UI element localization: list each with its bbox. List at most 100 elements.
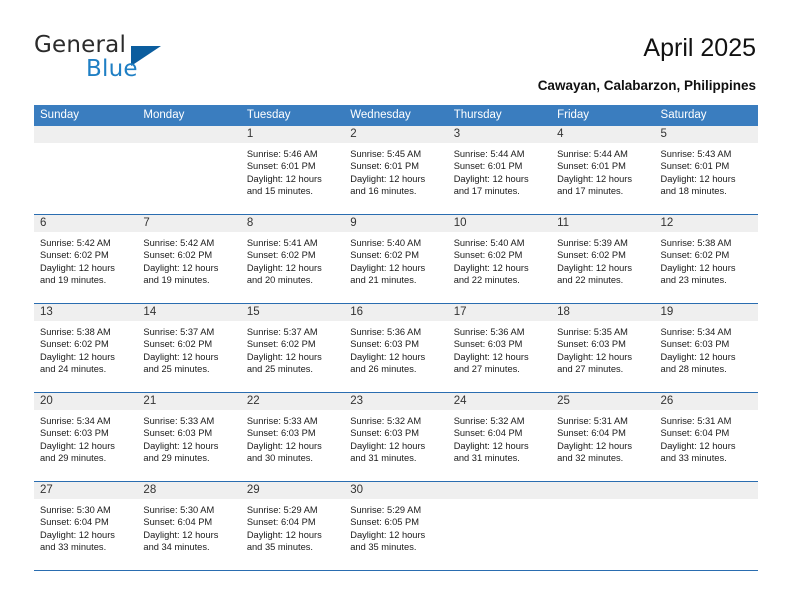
daylight-duration-line1: Daylight: 12 hours [557, 440, 633, 451]
calendar-day-cell[interactable]: 8 Sunrise: 5:41 AM Sunset: 6:02 PM Daylight… [240, 214, 345, 304]
calendar-day-cell[interactable]: 16 Sunrise: 5:36 AM Sunset: 6:03 PM Dayligh… [344, 303, 448, 393]
day-sun-info: Sunrise: 5:41 AM Sunset: 6:02 PM Daylight:… [241, 232, 344, 286]
sunrise-time: Sunrise: 5:45 AM [350, 149, 422, 159]
general-blue-logo[interactable]: General Blue [34, 32, 214, 84]
day-number: 9 [344, 215, 448, 232]
calendar-day-cell[interactable]: 24 Sunrise: 5:32 AM Sunset: 6:04 PM Dayligh… [447, 392, 552, 482]
day-number: 12 [654, 215, 758, 232]
sunrise-sunset-calendar: Sunday Monday Tuesday Wednesday Thursday… [34, 105, 758, 571]
calendar-day-cell[interactable]: 30 Sunrise: 5:29 AM Sunset: 6:05 PM Dayligh… [344, 481, 448, 571]
day-sun-info: Sunrise: 5:31 AM Sunset: 6:04 PM Daylight:… [655, 410, 758, 464]
daylight-duration-line1: Daylight: 12 hours [660, 262, 736, 273]
calendar-day-cell[interactable]: 25 Sunrise: 5:31 AM Sunset: 6:04 PM Dayligh… [551, 392, 655, 482]
daylight-duration-line1: Daylight: 12 hours [143, 262, 219, 273]
day-sun-info: Sunrise: 5:33 AM Sunset: 6:03 PM Daylight:… [137, 410, 240, 464]
daylight-duration-line2: and 21 minutes. [350, 274, 417, 285]
sunset-time: Sunset: 6:01 PM [453, 161, 523, 172]
daylight-duration-line1: Daylight: 12 hours [246, 440, 322, 451]
day-sun-info: Sunrise: 5:40 AM Sunset: 6:02 PM Daylight:… [448, 232, 551, 286]
daylight-duration-line2: and 33 minutes. [660, 452, 727, 463]
calendar-day-cell[interactable]: 23 Sunrise: 5:32 AM Sunset: 6:03 PM Dayligh… [344, 392, 448, 482]
day-number: 14 [137, 304, 241, 321]
day-number: 19 [654, 304, 758, 321]
daylight-duration-line2: and 35 minutes. [246, 541, 313, 552]
sunrise-time: Sunrise: 5:30 AM [143, 505, 215, 515]
day-number: 29 [240, 482, 345, 499]
sunset-time: Sunset: 6:03 PM [246, 428, 316, 439]
day-sun-info: Sunrise: 5:32 AM Sunset: 6:03 PM Daylight:… [344, 410, 447, 464]
sunrise-time: Sunrise: 5:43 AM [660, 149, 732, 159]
calendar-day-cell[interactable]: 10 Sunrise: 5:40 AM Sunset: 6:02 PM Dayligh… [447, 214, 552, 304]
daylight-duration-line1: Daylight: 12 hours [350, 262, 426, 273]
day-number: 27 [34, 482, 138, 499]
daylight-duration-line2: and 27 minutes. [453, 363, 520, 374]
calendar-day-cell[interactable]: 12 Sunrise: 5:38 AM Sunset: 6:02 PM Dayligh… [654, 214, 758, 304]
daylight-duration-line1: Daylight: 12 hours [40, 351, 115, 362]
calendar-day-cell[interactable]: 6 Sunrise: 5:42 AM Sunset: 6:02 PM Daylight… [34, 214, 138, 304]
calendar-day-cell[interactable]: 29 Sunrise: 5:29 AM Sunset: 6:04 PM Dayligh… [240, 481, 345, 571]
sunset-time: Sunset: 6:03 PM [40, 428, 109, 439]
day-number [654, 482, 758, 499]
calendar-day-cell[interactable]: 26 Sunrise: 5:31 AM Sunset: 6:04 PM Dayligh… [654, 392, 758, 482]
calendar-day-cell[interactable]: 3 Sunrise: 5:44 AM Sunset: 6:01 PM Daylight… [447, 126, 552, 215]
daylight-duration-line2: and 29 minutes. [40, 452, 107, 463]
calendar-day-cell[interactable]: 27 Sunrise: 5:30 AM Sunset: 6:04 PM Dayligh… [34, 481, 138, 571]
daylight-duration-line1: Daylight: 12 hours [350, 173, 426, 184]
calendar-cell-empty [137, 126, 241, 215]
daylight-duration-line2: and 29 minutes. [143, 452, 210, 463]
sunset-time: Sunset: 6:04 PM [143, 517, 213, 528]
calendar-cell-inner: 1 Sunrise: 5:46 AM Sunset: 6:01 PM Daylight… [240, 126, 345, 214]
calendar-cell-empty [551, 481, 655, 571]
day-number: 17 [447, 304, 552, 321]
weekday-header-thursday: Thursday [447, 105, 552, 126]
weekday-header-tuesday: Tuesday [240, 105, 345, 126]
sunrise-time: Sunrise: 5:37 AM [143, 327, 215, 337]
sunset-time: Sunset: 6:02 PM [246, 339, 316, 350]
day-sun-info: Sunrise: 5:38 AM Sunset: 6:02 PM Daylight:… [34, 321, 137, 375]
calendar-day-cell[interactable]: 22 Sunrise: 5:33 AM Sunset: 6:03 PM Dayligh… [240, 392, 345, 482]
weekday-header-row: Sunday Monday Tuesday Wednesday Thursday… [34, 105, 758, 126]
calendar-cell-inner: 14 Sunrise: 5:37 AM Sunset: 6:02 PM Dayligh… [137, 304, 241, 392]
calendar-day-cell[interactable]: 5 Sunrise: 5:43 AM Sunset: 6:01 PM Daylight… [654, 126, 758, 215]
day-sun-info: Sunrise: 5:34 AM Sunset: 6:03 PM Daylight:… [34, 410, 137, 464]
day-number: 21 [137, 393, 241, 410]
calendar-day-cell[interactable]: 15 Sunrise: 5:37 AM Sunset: 6:02 PM Dayligh… [240, 303, 345, 393]
calendar-day-cell[interactable]: 19 Sunrise: 5:34 AM Sunset: 6:03 PM Dayligh… [654, 303, 758, 393]
day-number [447, 482, 552, 499]
daylight-duration-line1: Daylight: 12 hours [246, 351, 322, 362]
calendar-day-cell[interactable]: 11 Sunrise: 5:39 AM Sunset: 6:02 PM Dayligh… [551, 214, 655, 304]
calendar-day-cell[interactable]: 21 Sunrise: 5:33 AM Sunset: 6:03 PM Dayligh… [137, 392, 241, 482]
daylight-duration-line2: and 27 minutes. [557, 363, 624, 374]
day-sun-info: Sunrise: 5:30 AM Sunset: 6:04 PM Daylight:… [34, 499, 137, 553]
daylight-duration-line1: Daylight: 12 hours [350, 440, 426, 451]
sunset-time: Sunset: 6:02 PM [143, 250, 213, 261]
calendar-week-row: 13 Sunrise: 5:38 AM Sunset: 6:02 PM Dayligh… [34, 303, 758, 393]
calendar-day-cell[interactable]: 18 Sunrise: 5:35 AM Sunset: 6:03 PM Dayligh… [551, 303, 655, 393]
sunset-time: Sunset: 6:02 PM [660, 250, 730, 261]
calendar-day-cell[interactable]: 7 Sunrise: 5:42 AM Sunset: 6:02 PM Daylight… [137, 214, 241, 304]
sunrise-time: Sunrise: 5:35 AM [557, 327, 628, 337]
calendar-cell-inner: 25 Sunrise: 5:31 AM Sunset: 6:04 PM Dayligh… [551, 393, 655, 481]
calendar-day-cell[interactable]: 1 Sunrise: 5:46 AM Sunset: 6:01 PM Daylight… [240, 126, 345, 215]
daylight-duration-line2: and 32 minutes. [557, 452, 624, 463]
calendar-week-row: 6 Sunrise: 5:42 AM Sunset: 6:02 PM Daylight… [34, 214, 758, 304]
day-sun-info: Sunrise: 5:35 AM Sunset: 6:03 PM Daylight:… [551, 321, 654, 375]
calendar-cell-inner: 30 Sunrise: 5:29 AM Sunset: 6:05 PM Dayligh… [344, 482, 448, 570]
calendar-day-cell[interactable]: 2 Sunrise: 5:45 AM Sunset: 6:01 PM Daylight… [344, 126, 448, 215]
calendar-day-cell[interactable]: 4 Sunrise: 5:44 AM Sunset: 6:01 PM Daylight… [551, 126, 655, 215]
page-subtitle-location: Cawayan, Calabarzon, Philippines [537, 78, 756, 93]
weekday-header-sunday: Sunday [34, 105, 138, 126]
daylight-duration-line2: and 25 minutes. [143, 363, 210, 374]
calendar-cell-empty [654, 481, 758, 571]
day-number: 7 [137, 215, 241, 232]
calendar-day-cell[interactable]: 14 Sunrise: 5:37 AM Sunset: 6:02 PM Dayligh… [137, 303, 241, 393]
day-sun-info: Sunrise: 5:37 AM Sunset: 6:02 PM Daylight:… [137, 321, 240, 375]
daylight-duration-line2: and 30 minutes. [246, 452, 313, 463]
daylight-duration-line2: and 24 minutes. [40, 363, 107, 374]
calendar-day-cell[interactable]: 17 Sunrise: 5:36 AM Sunset: 6:03 PM Dayligh… [447, 303, 552, 393]
sunset-time: Sunset: 6:01 PM [350, 161, 419, 172]
calendar-day-cell[interactable]: 28 Sunrise: 5:30 AM Sunset: 6:04 PM Dayligh… [137, 481, 241, 571]
calendar-day-cell[interactable]: 20 Sunrise: 5:34 AM Sunset: 6:03 PM Dayligh… [34, 392, 138, 482]
calendar-day-cell[interactable]: 13 Sunrise: 5:38 AM Sunset: 6:02 PM Dayligh… [34, 303, 138, 393]
calendar-day-cell[interactable]: 9 Sunrise: 5:40 AM Sunset: 6:02 PM Daylight… [344, 214, 448, 304]
